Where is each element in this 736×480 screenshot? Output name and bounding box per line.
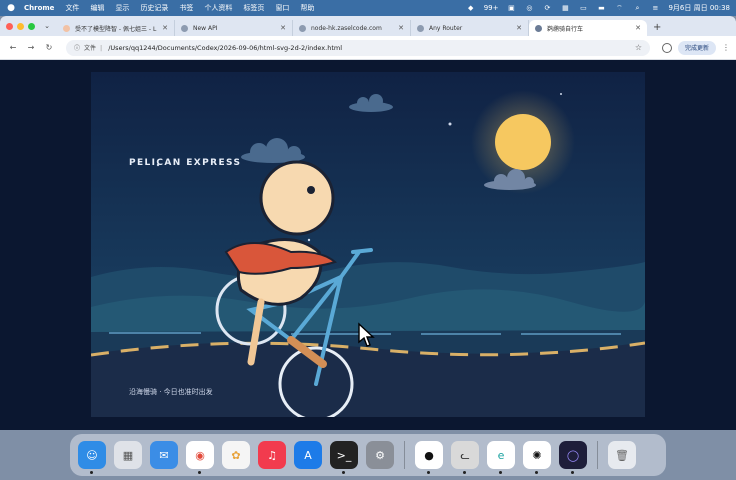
pelican-eye-icon (307, 186, 315, 194)
tab-search-icon[interactable]: ⌄ (41, 20, 53, 32)
qq-icon[interactable]: ● (415, 441, 443, 474)
address-bar[interactable]: ⓘ 文件 | /Users/qq1244/Documents/Codex/202… (66, 39, 650, 56)
tab-close-icon[interactable]: ✕ (516, 24, 522, 32)
control-center-icon[interactable]: ≡ (650, 4, 660, 12)
finder-icon[interactable]: ☺ (78, 441, 106, 474)
site-info-label: 文件 (84, 45, 97, 52)
back-arrow-icon[interactable]: ← (6, 43, 20, 52)
tab-4-active[interactable]: 鹈鹕骑自行车 ✕ (529, 20, 647, 36)
reload-icon[interactable]: ↻ (42, 43, 56, 52)
page-content: PELICAN EXPRESS 沿海慢骑 · 今日也准时出发 (0, 60, 736, 430)
tab-close-icon[interactable]: ✕ (398, 24, 404, 32)
chrome-icon[interactable]: ◉ (186, 441, 214, 474)
status-area: ◆ 99+ ▣ ◎ ⟳ ▦ ▭ ▬ ⌔ ⌕ ≡ 9月6日 周日 00:38 (466, 3, 730, 13)
tab-favicon-icon (535, 24, 542, 32)
menu-help[interactable]: 帮助 (300, 3, 314, 13)
brand-title: PELICAN EXPRESS (129, 158, 241, 168)
pelican-head (259, 160, 335, 236)
system-settings-icon[interactable]: ⚙ (366, 441, 394, 469)
more-menu-icon[interactable]: ⋮ (722, 43, 730, 52)
menu-view[interactable]: 显示 (115, 3, 129, 13)
tab-close-icon[interactable]: ✕ (635, 24, 641, 32)
search-icon[interactable]: ⌕ (632, 4, 642, 12)
launchpad-icon[interactable]: ▦ (114, 441, 142, 469)
update-button[interactable]: 完成更新 (677, 40, 716, 55)
dock-divider (404, 441, 405, 469)
grid-icon[interactable]: ▦ (560, 4, 570, 12)
menu-bar: ● Chrome 文件 编辑 显示 历史记录 书签 个人资料 标签页 窗口 帮助… (0, 0, 736, 16)
cat-app-icon[interactable]: ᓚ (451, 441, 479, 474)
close-window-button[interactable] (6, 22, 13, 30)
sync-icon[interactable]: ⟳ (542, 4, 552, 12)
music-icon[interactable]: ♫ (258, 441, 286, 469)
dock: ☺ ▦ ✉ ◉ ✿ ♫ A >_ ⚙ ● ᓚ e ✺ ◯ 🗑 (70, 434, 666, 476)
new-tab-button[interactable]: + (653, 22, 661, 33)
chatgpt-icon[interactable]: ✺ (523, 441, 551, 474)
tab-favicon-icon (63, 24, 70, 32)
tab-title: 鹈鹕骑自行车 (547, 25, 584, 33)
tab-3[interactable]: Any Router ✕ (411, 20, 529, 36)
apple-icon[interactable]: ● (6, 3, 16, 13)
moon-icon (495, 114, 551, 170)
tab-title: New API (193, 24, 218, 32)
star-icon (307, 238, 311, 242)
tab-title: node-hk.zaselcode.com (311, 24, 382, 32)
tab-close-icon[interactable]: ✕ (280, 24, 286, 32)
tab-favicon-icon (299, 24, 306, 32)
menu-app-chrome[interactable]: Chrome (24, 4, 54, 12)
battery-percent: 99+ (483, 4, 499, 12)
tab-favicon-icon (417, 24, 424, 32)
window-controls (4, 16, 41, 36)
clock[interactable]: 9月6日 周日 00:38 (668, 3, 730, 13)
browser-toolbar: ← → ↻ ⓘ 文件 | /Users/qq1244/Documents/Cod… (0, 36, 736, 60)
battery-icon[interactable]: ▬ (596, 4, 606, 12)
browser-window: ⌄ 受不了模型降智 - 佩七姐三 - L ✕ New API ✕ node-hk… (0, 16, 736, 430)
wifi-icon[interactable]: ⌔ (614, 4, 624, 12)
tab-1[interactable]: New API ✕ (175, 20, 293, 36)
pelican-scene: PELICAN EXPRESS 沿海慢骑 · 今日也准时出发 (91, 72, 645, 417)
terminal-icon[interactable]: >_ (330, 441, 358, 474)
mouse-cursor-icon (358, 322, 375, 347)
site-info-icon[interactable]: ⓘ (74, 43, 80, 52)
photos-icon[interactable]: ✿ (222, 441, 250, 469)
cloud-icon[interactable]: ◎ (524, 4, 534, 12)
tab-0[interactable]: 受不了模型降智 - 佩七姐三 - L ✕ (57, 20, 175, 36)
url-text[interactable]: /Users/qq1244/Documents/Codex/2026-09-06… (108, 44, 635, 52)
minimize-window-button[interactable] (17, 22, 24, 30)
monitor-icon[interactable]: ▭ (578, 4, 588, 12)
profile-avatar-icon[interactable] (661, 42, 672, 53)
menu-bookmarks[interactable]: 书签 (179, 3, 193, 13)
scene-caption: 沿海慢骑 · 今日也准时出发 (129, 387, 213, 396)
forward-arrow-icon[interactable]: → (24, 43, 38, 52)
menu-edit[interactable]: 编辑 (90, 3, 104, 13)
tab-2[interactable]: node-hk.zaselcode.com ✕ (293, 20, 411, 36)
tab-close-icon[interactable]: ✕ (162, 24, 168, 32)
star-icon (448, 122, 452, 126)
menu-history[interactable]: 历史记录 (140, 3, 168, 13)
tab-strip: ⌄ 受不了模型降智 - 佩七姐三 - L ✕ New API ✕ node-hk… (0, 16, 736, 36)
dock-divider (597, 441, 598, 469)
tab-favicon-icon (181, 24, 188, 32)
star-icon (560, 93, 562, 95)
menu-window[interactable]: 窗口 (275, 3, 289, 13)
trash-icon[interactable]: 🗑 (608, 441, 636, 469)
zoom-window-button[interactable] (28, 22, 35, 30)
tab-title: 受不了模型降智 - 佩七姐三 - L (75, 25, 157, 33)
mail-icon[interactable]: ✉ (150, 441, 178, 469)
bookmark-star-icon[interactable]: ☆ (635, 43, 642, 52)
tab-title: Any Router (429, 24, 463, 32)
notification-icon[interactable]: ◆ (466, 4, 476, 12)
address-separator: | (100, 43, 103, 52)
edge-icon[interactable]: e (487, 441, 515, 474)
menu-file[interactable]: 文件 (65, 3, 79, 13)
wechat-icon[interactable]: ▣ (506, 4, 516, 12)
menu-tabs[interactable]: 标签页 (243, 3, 264, 13)
menu-profiles[interactable]: 个人资料 (204, 3, 232, 13)
app-store-icon[interactable]: A (294, 441, 322, 469)
road (91, 342, 645, 417)
orbit-app-icon[interactable]: ◯ (559, 441, 587, 474)
